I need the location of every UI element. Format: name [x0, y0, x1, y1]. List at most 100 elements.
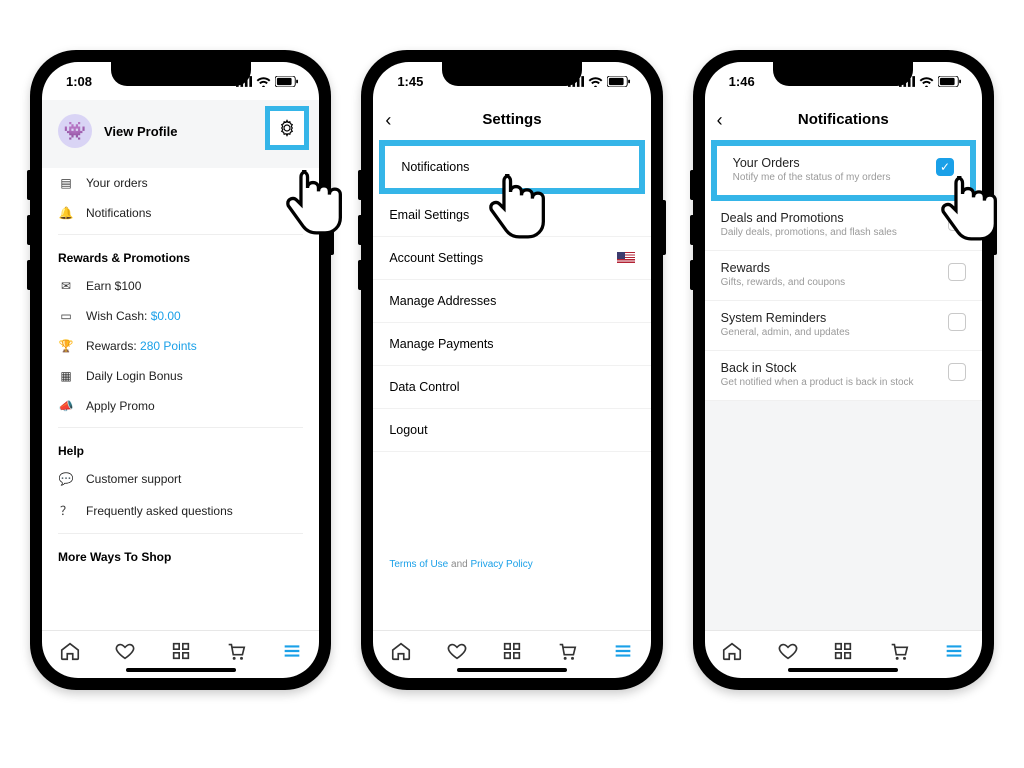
- system-reminders-row[interactable]: System Reminders General, admin, and upda…: [705, 301, 982, 351]
- tab-categories[interactable]: [501, 640, 523, 667]
- tab-wishlist[interactable]: [114, 640, 136, 667]
- divider: [58, 533, 303, 534]
- wish-cash-row[interactable]: ▭ Wish Cash: $0.00: [42, 301, 319, 331]
- trophy-icon: 🏆: [58, 339, 74, 353]
- settings-button[interactable]: [265, 106, 309, 150]
- deals-title: Deals and Promotions: [721, 211, 897, 225]
- question-icon: ？: [58, 502, 74, 519]
- empty-area: [705, 401, 982, 630]
- rewards-subtitle: Gifts, rewards, and coupons: [721, 277, 846, 288]
- rewards-checkbox[interactable]: [948, 263, 966, 281]
- status-time: 1:08: [66, 74, 92, 89]
- page-title: Settings: [482, 111, 541, 128]
- mail-icon: ✉: [58, 279, 74, 293]
- wish-cash-value: $0.00: [151, 309, 181, 323]
- tab-cart[interactable]: [888, 640, 910, 667]
- customer-support-row[interactable]: 💬 Customer support: [42, 464, 319, 494]
- more-ways-header: More Ways To Shop: [42, 540, 319, 570]
- chat-icon: 💬: [58, 472, 74, 486]
- view-profile-label: View Profile: [104, 124, 177, 139]
- bell-icon: 🔔: [58, 206, 74, 220]
- status-time: 1:46: [729, 74, 755, 89]
- daily-login-row[interactable]: ▦ Daily Login Bonus: [42, 361, 319, 391]
- tab-home[interactable]: [59, 640, 81, 667]
- card-icon: ▭: [58, 309, 74, 323]
- rewards-value: 280 Points: [140, 339, 197, 353]
- tab-cart[interactable]: [556, 640, 578, 667]
- system-reminders-subtitle: General, admin, and updates: [721, 327, 850, 338]
- tab-wishlist[interactable]: [446, 640, 468, 667]
- apply-promo-label: Apply Promo: [86, 399, 155, 413]
- tab-cart[interactable]: [225, 640, 247, 667]
- pointer-hand-icon: [278, 166, 348, 256]
- home-indicator: [457, 668, 567, 672]
- system-reminders-title: System Reminders: [721, 311, 850, 325]
- divider: [58, 234, 303, 235]
- privacy-link[interactable]: Privacy Policy: [470, 559, 532, 570]
- phone-settings: 1:45 ‹ Settings Notifications Email Sett…: [361, 50, 662, 690]
- tab-menu[interactable]: [943, 640, 965, 667]
- help-header: Help: [42, 434, 319, 464]
- status-time: 1:45: [397, 74, 423, 89]
- data-control-row[interactable]: Data Control: [373, 366, 650, 409]
- rewards-title: Rewards: [721, 261, 846, 275]
- pointer-hand-icon: [481, 170, 551, 260]
- notifications-label: Notifications: [401, 160, 469, 174]
- page-title: Notifications: [798, 111, 889, 128]
- us-flag-icon: [617, 252, 635, 264]
- gear-icon: [278, 119, 296, 137]
- back-button[interactable]: ‹: [385, 110, 391, 131]
- tab-categories[interactable]: [832, 640, 854, 667]
- nav-header: ‹ Notifications: [705, 100, 982, 140]
- rewards-label: Rewards:: [86, 339, 140, 353]
- phone-notifications: 1:46 ‹ Notifications Your OrdersNotify m…: [693, 50, 994, 690]
- back-in-stock-title: Back in Stock: [721, 361, 914, 375]
- tab-home[interactable]: [390, 640, 412, 667]
- back-in-stock-row[interactable]: Back in Stock Get notified when a product…: [705, 351, 982, 401]
- tab-menu[interactable]: [612, 640, 634, 667]
- faq-row[interactable]: ？ Frequently asked questions: [42, 494, 319, 527]
- daily-login-label: Daily Login Bonus: [86, 369, 183, 383]
- phone-profile: 1:08 👾 View Profile ▤Your orders 🔔Notifi…: [30, 50, 331, 690]
- calendar-icon: ▦: [58, 369, 74, 383]
- manage-addresses-row[interactable]: Manage Addresses: [373, 280, 650, 323]
- tab-categories[interactable]: [170, 640, 192, 667]
- tab-wishlist[interactable]: [777, 640, 799, 667]
- wish-cash-label: Wish Cash:: [86, 309, 151, 323]
- notch: [111, 62, 251, 86]
- list-icon: ▤: [58, 176, 74, 190]
- back-in-stock-subtitle: Get notified when a product is back in s…: [721, 377, 914, 388]
- your-orders-title: Your Orders: [733, 156, 891, 170]
- and-text: and: [448, 559, 470, 570]
- nav-header: ‹ Settings: [373, 100, 650, 140]
- deals-subtitle: Daily deals, promotions, and flash sales: [721, 227, 897, 238]
- apply-promo-row[interactable]: 📣 Apply Promo: [42, 391, 319, 421]
- data-control-label: Data Control: [389, 380, 459, 394]
- account-settings-label: Account Settings: [389, 251, 483, 265]
- rewards-row[interactable]: 🏆 Rewards: 280 Points: [42, 331, 319, 361]
- megaphone-icon: 📣: [58, 399, 74, 413]
- logout-row[interactable]: Logout: [373, 409, 650, 452]
- terms-link[interactable]: Terms of Use: [389, 559, 448, 570]
- earn-label: Earn $100: [86, 279, 141, 293]
- email-settings-label: Email Settings: [389, 208, 469, 222]
- support-label: Customer support: [86, 472, 181, 486]
- faq-label: Frequently asked questions: [86, 504, 233, 518]
- avatar: 👾: [58, 114, 92, 148]
- earn-row[interactable]: ✉ Earn $100: [42, 271, 319, 301]
- legal-text: Terms of Use and Privacy Policy: [389, 559, 532, 570]
- notifications-label: Notifications: [86, 206, 151, 220]
- tab-home[interactable]: [721, 640, 743, 667]
- back-button[interactable]: ‹: [717, 110, 723, 131]
- manage-payments-label: Manage Payments: [389, 337, 493, 351]
- pointer-hand-icon: [933, 172, 1003, 262]
- back-in-stock-checkbox[interactable]: [948, 363, 966, 381]
- manage-payments-row[interactable]: Manage Payments: [373, 323, 650, 366]
- home-indicator: [788, 668, 898, 672]
- divider: [58, 427, 303, 428]
- logout-label: Logout: [389, 423, 427, 437]
- profile-header[interactable]: 👾 View Profile: [42, 100, 319, 168]
- home-indicator: [126, 668, 236, 672]
- system-reminders-checkbox[interactable]: [948, 313, 966, 331]
- tab-menu[interactable]: [281, 640, 303, 667]
